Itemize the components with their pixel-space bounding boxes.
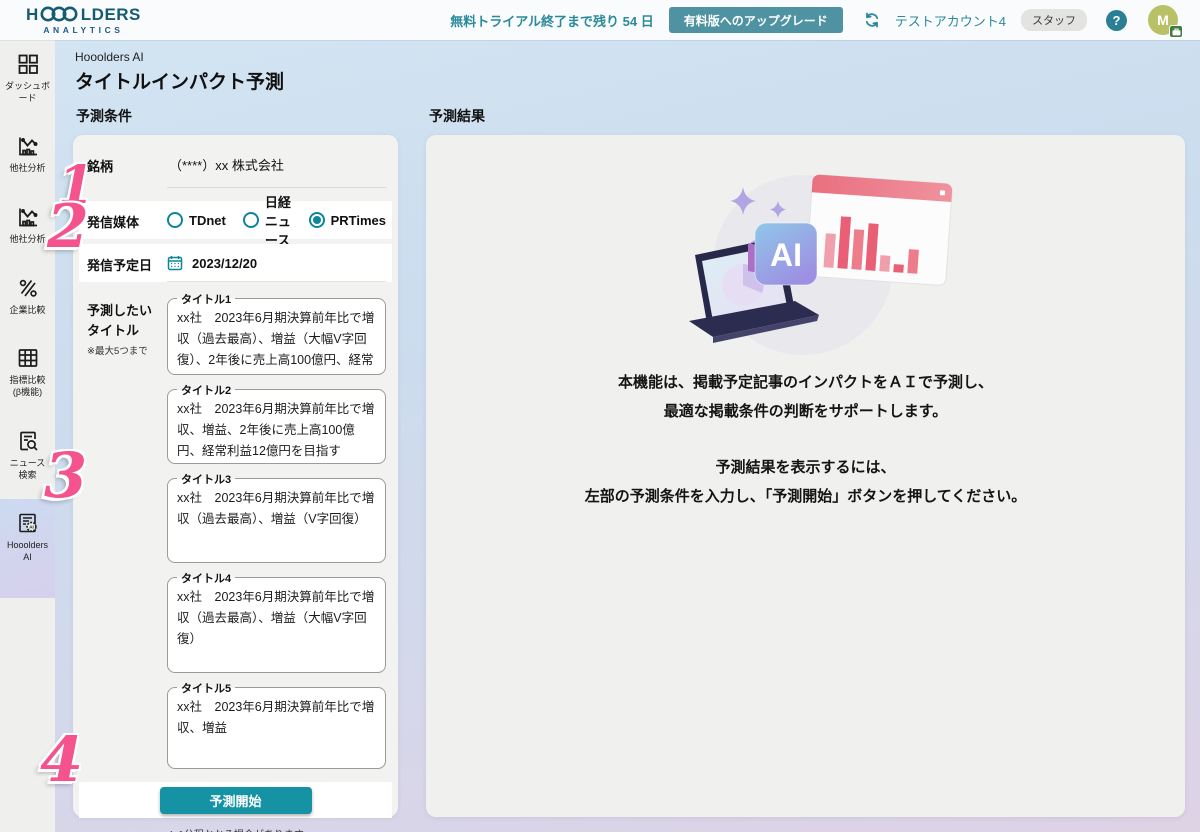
results-section-title: 予測結果	[429, 106, 1185, 126]
dashboard-icon	[16, 52, 40, 76]
ai-badge-text: AI	[770, 237, 802, 273]
title-4-legend: タイトル4	[177, 570, 235, 586]
sidebar-item-dashboard[interactable]: ダッシュボード	[0, 40, 55, 114]
news-search-icon	[16, 429, 40, 453]
app-window: H LDERS ANALYTICS 無料トライアル終了まで残り 54 日 有料版…	[0, 0, 1200, 832]
table-grid-icon	[16, 346, 40, 370]
radio-circle-icon	[243, 212, 259, 228]
usage-instruction: 予測結果を表示するには、 左部の予測条件を入力し、「予測開始」ボタンを押してくだ…	[585, 454, 1027, 511]
title-2-field: タイトル2 xx社 2023年6月期決算前年比で増収、増益、2年後に売上高100…	[167, 389, 386, 464]
ai-document-icon: AI	[16, 511, 40, 535]
conditions-panel: 銘柄 （****）xx 株式会社 発信媒体 TDnet 日	[73, 135, 398, 817]
compare-trend-icon	[16, 276, 40, 300]
sidebar-item-metrics-compare[interactable]: 指標比較 (β機能)	[0, 334, 55, 408]
title-5-legend: タイトル5	[177, 680, 235, 696]
stock-label: 銘柄	[87, 153, 167, 188]
svg-text:AI: AI	[29, 525, 34, 530]
logo-text-right: LDERS	[81, 6, 141, 23]
annotation-step-2: 2	[47, 197, 89, 257]
trial-countdown-text: 無料トライアル終了まで残り 54 日	[450, 11, 654, 30]
sidebar-nav: ダッシュボード 他社分析 他	[0, 40, 55, 832]
refresh-icon[interactable]	[864, 12, 880, 28]
help-icon[interactable]: ?	[1106, 10, 1127, 31]
radio-circle-icon	[167, 212, 183, 228]
upgrade-button[interactable]: 有料版へのアップグレード	[669, 7, 843, 33]
sidebar-item-company-compare[interactable]: 企業比較	[0, 264, 55, 327]
main-content: Hooolders AI タイトルインパクト予測 予測条件 銘柄 （****）x…	[55, 40, 1200, 832]
briefcase-badge-icon	[1169, 25, 1183, 38]
logo-subtitle: ANALYTICS	[43, 26, 123, 35]
ai-illustration: AI	[651, 163, 961, 359]
logo-rings-icon	[40, 6, 80, 22]
title-2-input[interactable]: xx社 2023年6月期決算前年比で増収、増益、2年後に売上高100億円、経常利…	[177, 399, 376, 458]
title-1-legend: タイトル1	[177, 291, 235, 307]
account-name[interactable]: テストアカウント4	[895, 11, 1006, 30]
date-value: 2023/12/20	[192, 256, 257, 271]
staff-badge: スタッフ	[1021, 9, 1087, 31]
hooolders-logo[interactable]: H LDERS ANALYTICS	[26, 6, 141, 35]
titles-max-note: ※最大5つまで	[87, 343, 167, 357]
results-panel: AI 本機能は、掲載予定記事のインパクトをＡＩで予測し、 最適な掲載条件の判断を…	[426, 135, 1185, 817]
radio-tdnet[interactable]: TDnet	[167, 212, 226, 228]
date-row: 発信予定日 2023/12/20	[79, 244, 392, 282]
bar-line-chart-icon	[16, 134, 40, 158]
sidebar-item-hooolders-ai[interactable]: AI Hooolders AI	[0, 499, 55, 597]
logo-text-left: H	[26, 6, 39, 23]
title-3-legend: タイトル3	[177, 471, 235, 487]
user-avatar[interactable]: M	[1148, 5, 1178, 35]
stock-row: 銘柄 （****）xx 株式会社	[79, 139, 392, 188]
stock-value: （****）xx 株式会社	[167, 153, 386, 188]
feature-description: 本機能は、掲載予定記事のインパクトをＡＩで予測し、 最適な掲載条件の判断をサポー…	[618, 369, 993, 426]
annotation-step-3: 3	[44, 445, 87, 507]
radio-nikkei-news[interactable]: 日経ニュース	[243, 192, 292, 249]
title-5-field: タイトル5 xx社 2023年6月期決算前年比で増収、増益	[167, 687, 386, 769]
start-prediction-button[interactable]: 予測開始	[160, 787, 312, 814]
sidebar-item-analysis-1[interactable]: 他社分析	[0, 122, 55, 185]
conditions-section-title: 予測条件	[76, 106, 398, 126]
title-4-field: タイトル4 xx社 2023年6月期決算前年比で増収（過去最高）、増益（大幅V字…	[167, 577, 386, 673]
radio-circle-icon	[309, 212, 325, 228]
media-row: 発信媒体 TDnet 日経ニュース	[79, 201, 392, 239]
date-picker[interactable]: 2023/12/20	[167, 244, 386, 282]
top-header: H LDERS ANALYTICS 無料トライアル終了まで残り 54 日 有料版…	[0, 0, 1200, 40]
title-4-input[interactable]: xx社 2023年6月期決算前年比で増収（過去最高）、増益（大幅V字回復）	[177, 587, 376, 667]
submit-duration-note: ※ 1分程かかる場合があります	[79, 818, 392, 832]
title-1-field: タイトル1 xx社 2023年6月期決算前年比で増収（過去最高）、増益（大幅V字…	[167, 298, 386, 375]
calendar-icon	[167, 255, 183, 271]
title-3-field: タイトル3 xx社 2023年6月期決算前年比で増収（過去最高）、増益（V字回復…	[167, 478, 386, 563]
title-1-input[interactable]: xx社 2023年6月期決算前年比で増収（過去最高）、増益（大幅V字回復）、2年…	[177, 308, 376, 369]
media-label: 発信媒体	[87, 209, 167, 231]
annotation-step-4: 4	[40, 729, 83, 791]
breadcrumb: Hooolders AI	[75, 50, 1185, 64]
bar-line-chart-icon	[16, 205, 40, 229]
date-label: 発信予定日	[87, 252, 167, 274]
page-title: タイトルインパクト予測	[75, 67, 1185, 94]
radio-prtimes[interactable]: PRTimes	[309, 212, 386, 228]
title-5-input[interactable]: xx社 2023年6月期決算前年比で増収、増益	[177, 697, 376, 763]
titles-section: 予測したい タイトル ※最大5つまで タイトル1 xx社 2023年6月期決算前…	[79, 282, 392, 769]
titles-label: 予測したい タイトル	[87, 301, 167, 340]
submit-row: 予測開始	[79, 782, 392, 818]
title-3-input[interactable]: xx社 2023年6月期決算前年比で増収（過去最高）、増益（V字回復）	[177, 488, 376, 557]
title-2-legend: タイトル2	[177, 382, 235, 398]
